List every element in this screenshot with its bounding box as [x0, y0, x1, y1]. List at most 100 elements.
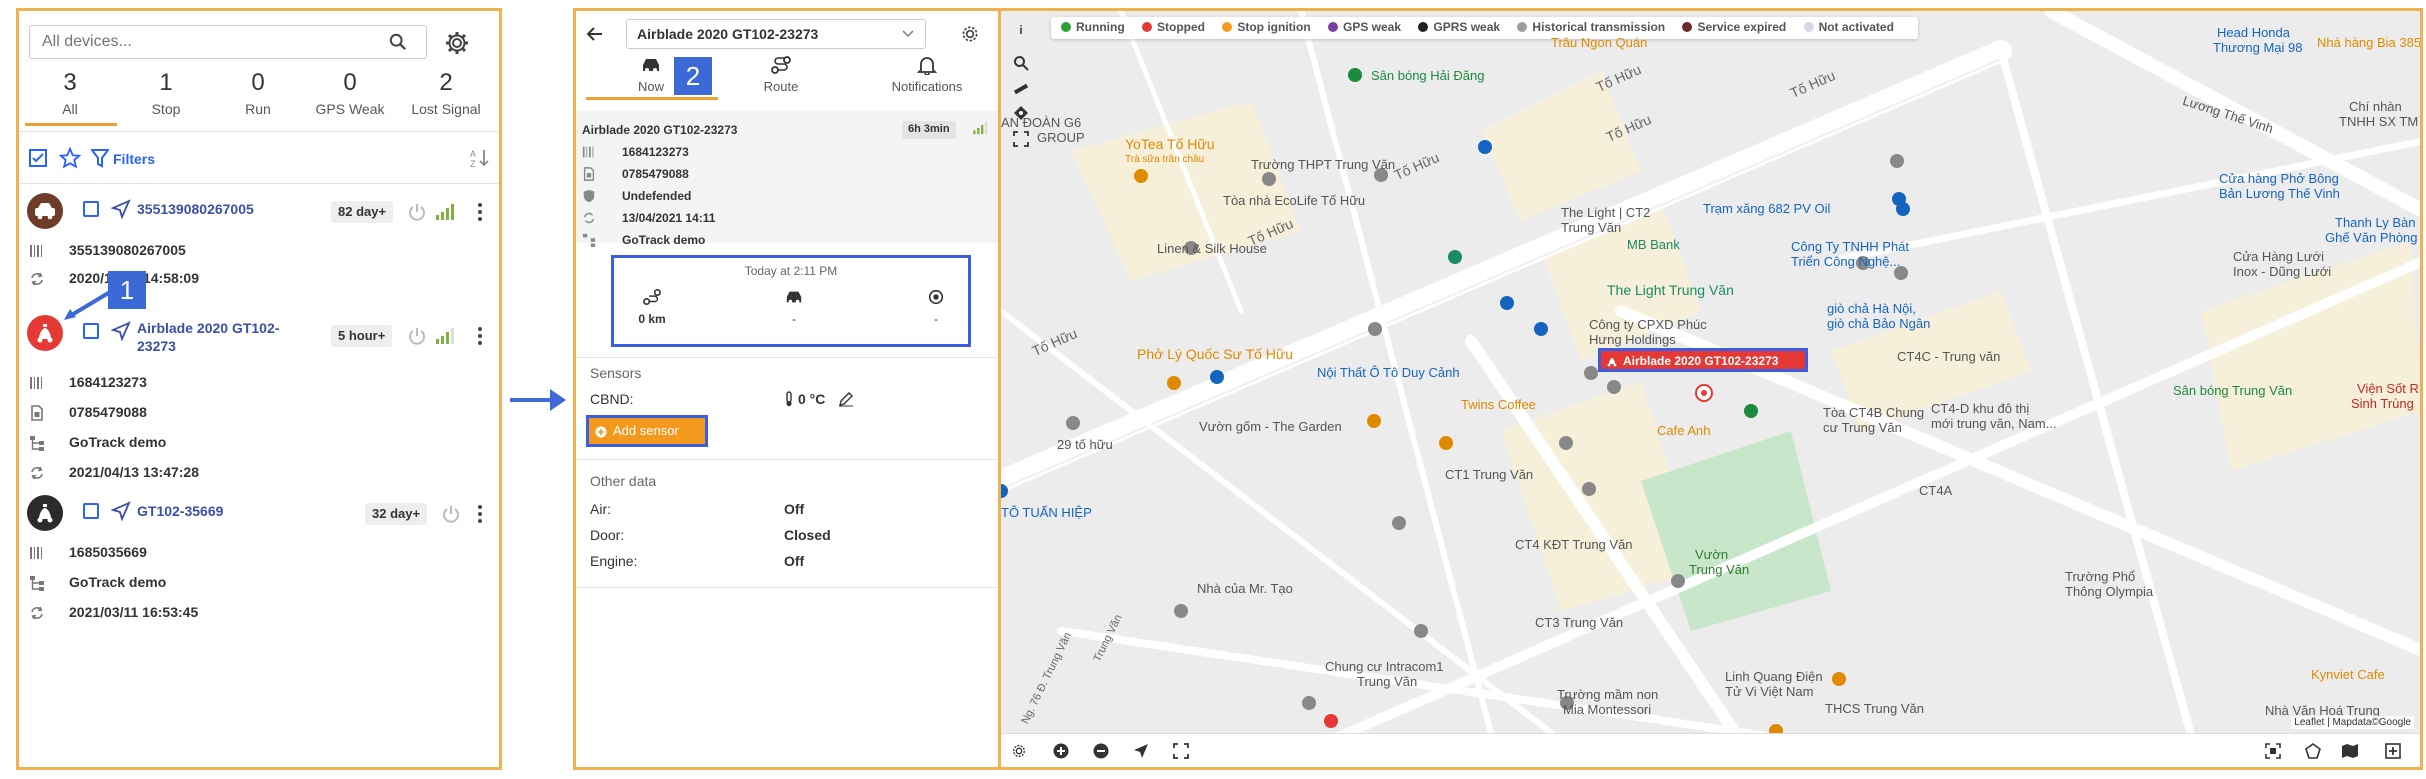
fullscreen-icon[interactable] [1013, 131, 1029, 147]
search-icon[interactable] [1013, 55, 1029, 71]
map-place-label: Bản Lương Thế Vinh [2219, 186, 2340, 201]
stat-count: 2 [439, 69, 453, 96]
other-value: Closed [784, 527, 831, 543]
map-place-label: THCS Trung Văn [1825, 701, 1924, 716]
chevron-down-icon[interactable] [902, 29, 914, 39]
divider [576, 357, 998, 358]
divider [576, 587, 998, 588]
map-place-label: Chí nhàn [2349, 99, 2402, 114]
barcode-icon [30, 245, 42, 257]
map-place-label: CT4-D khu đô thị [1931, 401, 2030, 416]
signal-icon [436, 204, 454, 220]
map-place-label: mới trung văn, Nam... [1931, 416, 2057, 431]
search-icon[interactable] [389, 33, 407, 51]
device-name[interactable]: GT102-35669 [137, 503, 223, 519]
device-search-input[interactable] [29, 25, 427, 59]
legend-item: Stop ignition [1222, 20, 1311, 34]
active-tab-underline [586, 97, 718, 100]
more-icon[interactable] [477, 504, 483, 524]
stat-gps-weak[interactable]: 0 GPS Weak [305, 69, 395, 117]
map-place-label: Inox - Dũng Lưới [2233, 264, 2332, 279]
device-name[interactable]: Airblade 2020 GT102-23273 [137, 319, 297, 355]
add-square-icon[interactable] [2385, 743, 2401, 759]
tab-label: Notifications [891, 79, 963, 94]
divider [576, 459, 998, 460]
settings-gear-icon[interactable] [960, 24, 980, 44]
map-place-label: Sân bóng Trung Văn [2173, 383, 2293, 398]
scooter-icon [37, 324, 53, 343]
ruler-icon[interactable] [1013, 81, 1029, 97]
scooter-icon [1607, 358, 1617, 367]
navigate-icon[interactable] [111, 501, 131, 521]
gear-icon[interactable] [445, 31, 469, 55]
map-place-label: YoTea Tố Hữu [1125, 136, 1215, 152]
edit-icon[interactable] [838, 391, 854, 407]
more-icon[interactable] [477, 202, 483, 222]
device-name[interactable]: 355139080267005 [137, 201, 254, 217]
filters-label[interactable]: Filters [113, 151, 155, 167]
legend-item: Stopped [1142, 20, 1205, 34]
stat-run[interactable]: 0 Run [213, 69, 303, 117]
locate-icon[interactable] [1133, 743, 1149, 759]
info-icon[interactable]: i [1013, 23, 1029, 39]
trip-summary-box: Today at 2:11 PM 0 km - - [611, 255, 971, 347]
more-icon[interactable] [477, 326, 483, 346]
map-place-label: Mia Montessori [1563, 702, 1652, 717]
add-sensor-button[interactable]: Add sensor [586, 415, 708, 447]
tab-route[interactable]: Route [726, 55, 836, 94]
stat-label: Lost Signal [411, 101, 481, 117]
route-icon [643, 288, 661, 306]
device-checkbox[interactable] [83, 201, 99, 217]
device-select[interactable]: Airblade 2020 GT102-23273 [626, 19, 926, 49]
tab-notifications[interactable]: Notifications [872, 55, 982, 94]
map-place-label: Trung Văn [1357, 674, 1418, 689]
navigate-icon[interactable] [111, 321, 131, 341]
map-place-label: Vườn [1695, 547, 1729, 562]
device-info-block: Airblade 2020 GT102-23273 6h 3min 168412… [576, 111, 998, 247]
map-view[interactable]: Running Stopped Stop ignition GPS weak G… [1001, 8, 2423, 770]
bell-icon [916, 57, 938, 75]
fullscreen-icon[interactable] [1173, 743, 1189, 759]
stat-count: 0 [343, 69, 357, 96]
crop-icon[interactable] [2265, 743, 2281, 759]
map-place-label: Cửa Hàng Lưới [2233, 249, 2324, 264]
other-value: Off [784, 501, 805, 517]
stat-all[interactable]: 3 All [25, 69, 115, 117]
sort-icon[interactable]: AZ [469, 147, 491, 169]
last-seen-badge: 5 hour+ [331, 325, 393, 347]
zoom-out-icon[interactable] [1093, 743, 1109, 759]
legend-label: Stopped [1157, 20, 1205, 34]
map-place-label: Cafe Anh [1657, 423, 1711, 438]
sensor-value: 0 °C [798, 391, 826, 407]
map-place-label: TNHH SX TM [2339, 114, 2419, 129]
select-all-checkbox-icon[interactable] [29, 149, 47, 167]
map-place-label: Nhà hàng Bia 385 [2317, 35, 2422, 50]
back-arrow-icon[interactable] [586, 25, 604, 43]
summary-status: - [934, 312, 938, 326]
navigate-icon[interactable] [111, 199, 131, 219]
plus-circle-icon [595, 426, 607, 438]
map-place-label: Thương Mại 98 [2213, 40, 2303, 55]
map-place-label: Công ty CPXD Phúc [1589, 317, 1707, 332]
legend-label: Service expired [1697, 20, 1787, 34]
map-place-label: Phở Lý Quốc Sư Tố Hữu [1137, 346, 1294, 362]
device-checkbox[interactable] [83, 323, 99, 339]
map-layers-icon[interactable] [2341, 743, 2359, 759]
map-place-label: Trạm xăng 682 PV Oil [1703, 201, 1831, 216]
legend-item: Historical transmission [1517, 20, 1665, 34]
stat-lost-signal[interactable]: 2 Lost Signal [401, 69, 491, 117]
zoom-in-icon[interactable] [1053, 743, 1069, 759]
device-marker-label[interactable]: Airblade 2020 GT102-23273 [1598, 348, 1808, 372]
polygon-icon[interactable] [2305, 743, 2321, 759]
star-icon[interactable] [59, 147, 81, 169]
map-place-label: Nội Thất Ô Tô Duy Cảnh [1317, 365, 1460, 380]
map-place-label: Trường Phổ [2065, 569, 2136, 584]
settings-gear-icon[interactable] [1011, 743, 1027, 759]
last-seen-badge: 82 day+ [331, 201, 394, 223]
stat-stop[interactable]: 1 Stop [121, 69, 211, 117]
device-checkbox[interactable] [83, 503, 99, 519]
device-list-panel: 3 All 1 Stop 0 Run 0 GPS Weak 2 Lost Signal F… [16, 8, 502, 770]
eye-icon [928, 289, 944, 305]
row-text: 1684123273 [622, 145, 689, 159]
filter-icon[interactable] [91, 148, 109, 168]
